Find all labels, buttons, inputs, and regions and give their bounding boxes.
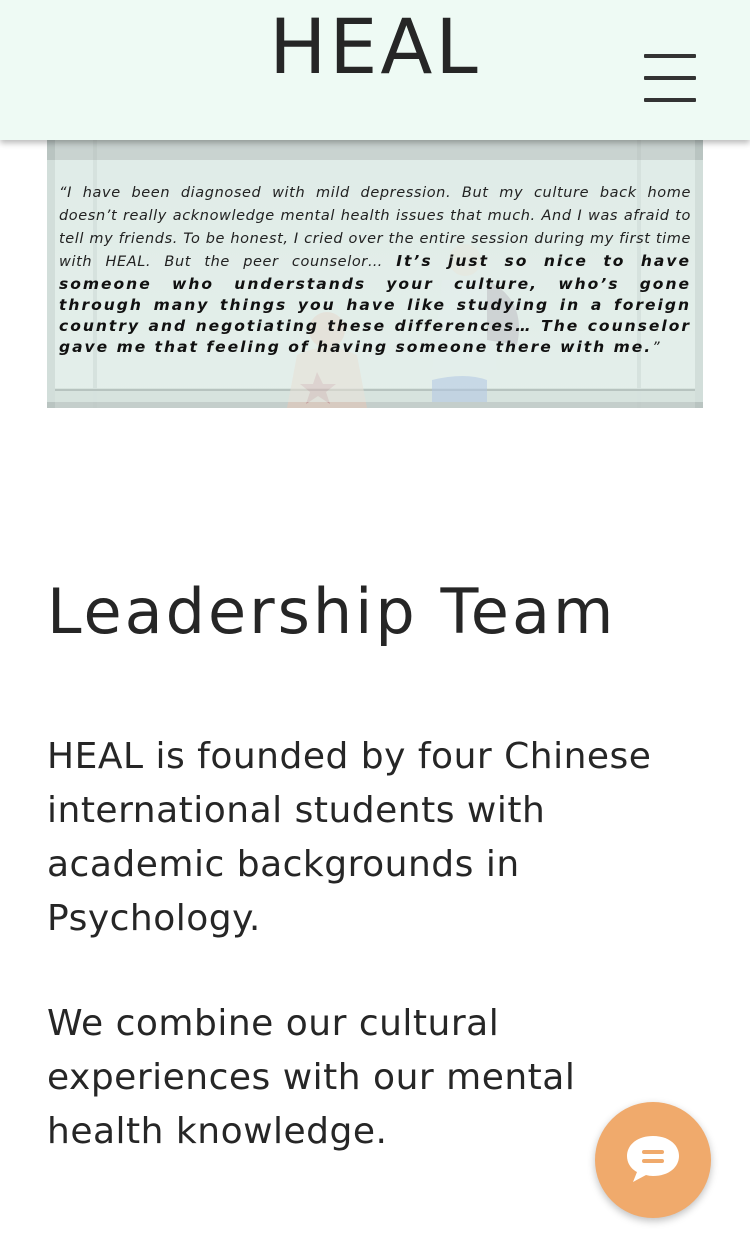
page: HEAL “I have been diagnosed with mild de… [0, 0, 750, 1257]
quote-close-mark: ” [652, 340, 661, 356]
menu-bar-bottom [644, 98, 696, 102]
menu-bar-middle [644, 76, 696, 80]
chat-bubble-icon [627, 1136, 679, 1182]
hamburger-menu-icon[interactable] [640, 50, 700, 106]
chat-button[interactable] [595, 1102, 711, 1218]
testimonial-block: “I have been diagnosed with mild depress… [47, 140, 703, 408]
leadership-paragraph-founders: HEAL is founded by four Chinese internat… [47, 736, 652, 939]
leadership-paragraph-mission: We combine our cultural experiences with… [47, 1003, 576, 1152]
testimonial-quote: “I have been diagnosed with mild depress… [59, 182, 691, 360]
section-title-leadership: Leadership Team [47, 575, 617, 648]
menu-bar-top [644, 54, 696, 58]
site-header: HEAL [0, 0, 750, 140]
site-logo[interactable]: HEAL [0, 4, 750, 90]
